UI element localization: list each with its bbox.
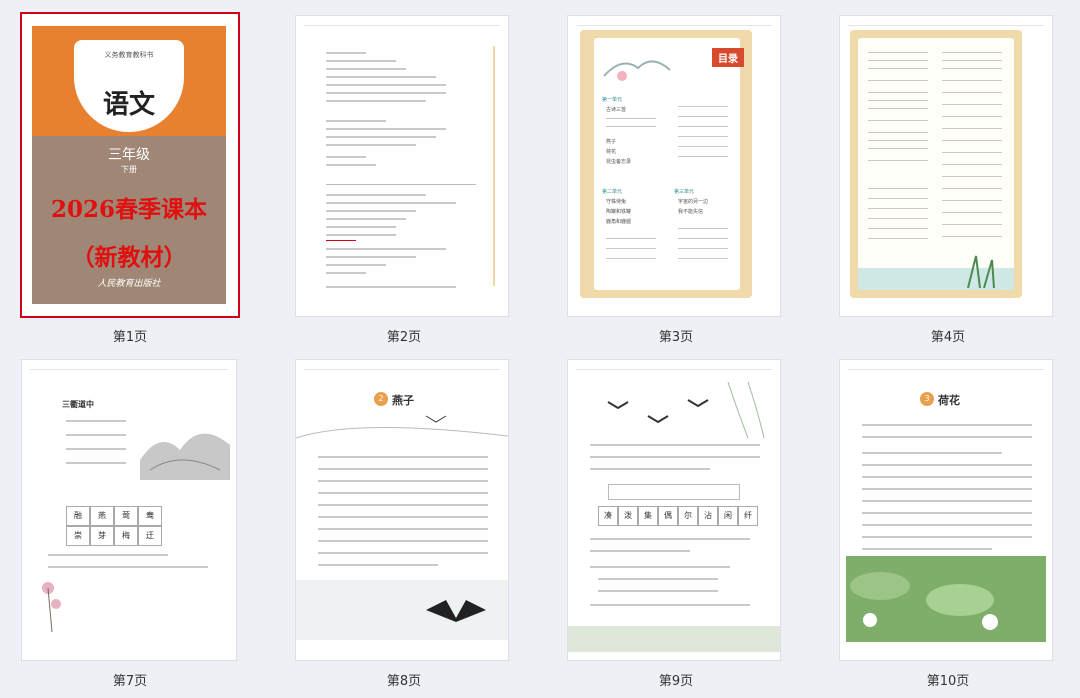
lesson-number-badge: 2	[374, 392, 388, 406]
toc-lesson-9: 我不能失信	[678, 209, 704, 215]
toc-lesson-1: 古诗三首	[606, 107, 627, 113]
page-label-9: 第9页	[658, 674, 694, 689]
flower-illustration	[42, 582, 61, 633]
pond-illustration	[858, 255, 1014, 290]
promo-text-1: 2026春季课本	[50, 196, 207, 223]
lesson-title: 燕子	[392, 394, 414, 407]
page-thumbnail-10[interactable]: 3 荷花	[840, 360, 1052, 660]
page-thumbnail-grid: 义务教育教科书 语文 三年级 下册 2026春季课本 （新教材） 人民教育出版社…	[0, 0, 1080, 698]
cover-press: 人民教育出版社	[97, 279, 161, 289]
swallows-illustration	[607, 382, 765, 438]
toc-unit-3: 第三单元	[674, 189, 695, 195]
page-thumbnail-7[interactable]: 三衢道中 融 燕 莺 鸯 崇 芽 梅 迂	[22, 360, 236, 660]
page-label-2: 第2页	[386, 330, 422, 345]
lotus-illustration	[846, 556, 1046, 642]
page-label-7: 第7页	[112, 674, 148, 689]
lesson-number-badge-p10: 3	[920, 392, 934, 406]
page-label-8: 第8页	[386, 674, 422, 689]
toc-lesson-7: 鹿角和鹿腿	[606, 219, 632, 225]
riverbank-illustration	[568, 626, 780, 652]
landscape-illustration	[603, 60, 671, 81]
cover-title: 语文	[102, 90, 155, 120]
page-label-1: 第1页	[112, 330, 148, 345]
page-label-10: 第10页	[926, 674, 970, 689]
toc-unit-1: 第一单元	[602, 97, 623, 103]
toc-lesson-2: 燕子	[606, 139, 617, 145]
cover-grade: 三年级	[108, 147, 150, 163]
page-thumbnail-2[interactable]	[296, 16, 508, 316]
swallow-water-illustration	[296, 580, 508, 640]
page-thumbnail-3[interactable]: 目录 第一单元 古诗三首 燕子 荷花 昆虫备忘录 第二单元 守株待兔 陶罐和铁罐…	[568, 16, 780, 316]
toc-unit-2: 第二单元	[602, 189, 623, 195]
page-label-4: 第4页	[930, 330, 966, 345]
vocab-row-b: 崇 芽 梅 迂	[66, 526, 162, 546]
poem-title: 三衢道中	[62, 399, 94, 409]
promo-text-2: （新教材）	[71, 244, 187, 271]
toc-tag: 目录	[712, 48, 744, 67]
toc-lesson-3: 荷花	[606, 149, 617, 155]
cover-image: 义务教育教科书 语文 三年级 下册 2026春季课本 （新教材） 人民教育出版社	[32, 26, 226, 304]
willow-banner	[296, 415, 508, 439]
vocab-row-p9: 凑 泼 集 偶 尔 沾 闲 纤	[598, 506, 758, 526]
vocab-row-a: 融 燕 莺 鸯	[66, 506, 162, 526]
page-thumbnail-1[interactable]: 义务教育教科书 语文 三年级 下册 2026春季课本 （新教材） 人民教育出版社	[22, 14, 238, 316]
cover-series: 义务教育教科书	[104, 51, 154, 59]
toc-lesson-5: 守株待兔	[606, 199, 627, 205]
toc-lesson-4: 昆虫备忘录	[606, 159, 632, 165]
lesson-title-p10: 荷花	[938, 394, 960, 407]
cover-semester: 下册	[121, 165, 137, 174]
page-thumbnail-4[interactable]	[840, 16, 1052, 316]
toc-lesson-6: 陶罐和铁罐	[606, 209, 632, 215]
page-label-3: 第3页	[658, 330, 694, 345]
toc-lesson-8: 宇宙的另一边	[678, 199, 709, 205]
ink-landscape-illustration	[140, 433, 230, 480]
page-thumbnail-8[interactable]: 2 燕子	[296, 360, 508, 660]
page-thumbnail-9[interactable]: 凑 泼 集 偶 尔 沾 闲 纤	[568, 360, 780, 660]
